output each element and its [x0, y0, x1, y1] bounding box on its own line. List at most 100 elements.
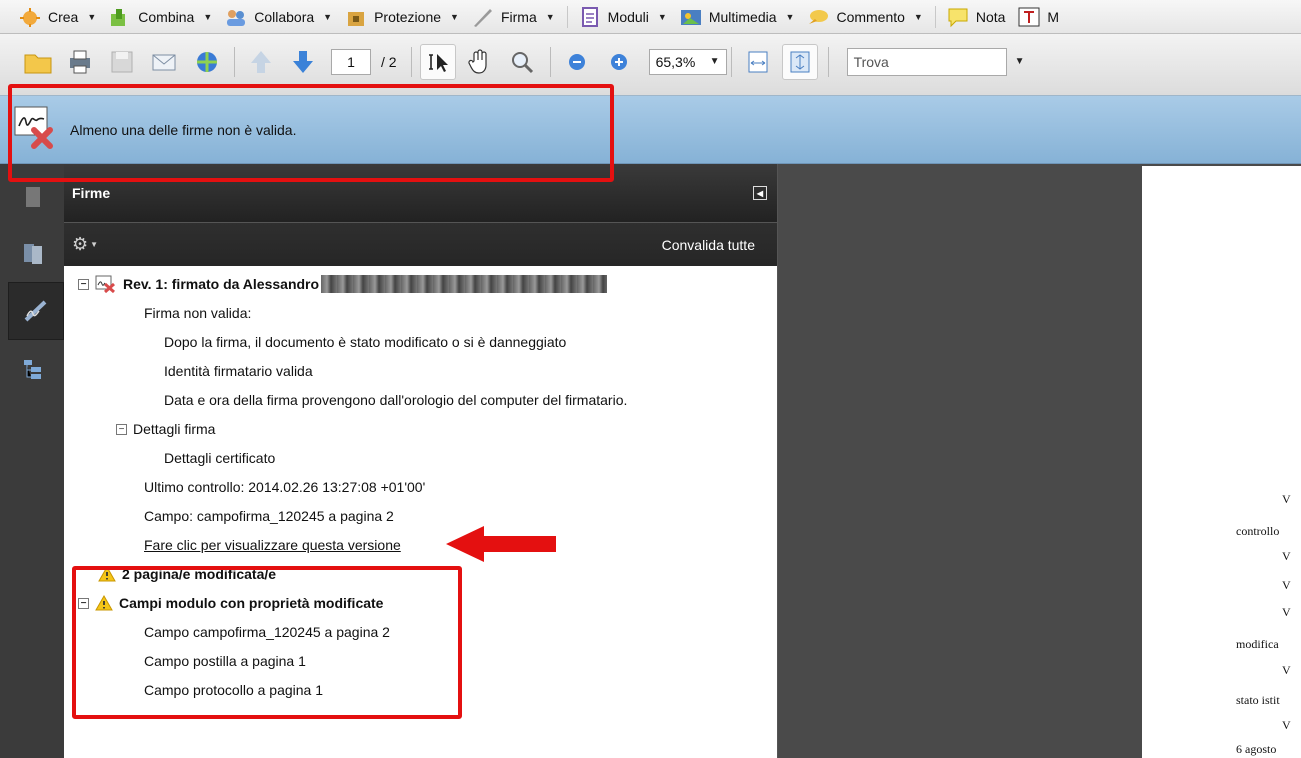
tree-row-revision[interactable]: − Rev. 1: firmato da Alessandro	[78, 272, 608, 296]
zoom-in-button[interactable]	[601, 44, 637, 80]
view-version-link[interactable]: Fare clic per visualizzare questa versio…	[144, 533, 401, 557]
panel-title: Firme	[72, 185, 111, 201]
collapse-panel-button[interactable]: ◀	[753, 186, 767, 200]
hand-tool-button[interactable]	[462, 44, 498, 80]
plus-circle-icon	[610, 53, 627, 70]
redacted-name	[321, 275, 608, 293]
pen-icon	[471, 6, 495, 28]
chevron-down-icon: ▼	[709, 56, 720, 67]
separator	[827, 46, 829, 77]
menu-multimedia[interactable]: Multimedia ▼	[679, 6, 794, 28]
tree-row-invalid[interactable]: Firma non valida:	[144, 301, 251, 325]
attachments-nav-button[interactable]	[12, 232, 54, 274]
combine-icon	[108, 6, 132, 28]
menu-moduli[interactable]: Moduli ▼	[578, 6, 667, 28]
menu-nota[interactable]: Nota	[946, 6, 1005, 28]
zoom-tool-button[interactable]	[504, 44, 540, 80]
tree-row-certificate[interactable]: Dettagli certificato	[164, 446, 275, 470]
gear-icon: ⚙	[72, 234, 89, 254]
disk-icon	[111, 51, 133, 72]
menu-toolbar: Crea ▼ Combina ▼ Collabora ▼ Protezione ▼ Fi…	[0, 0, 1301, 34]
annotation-box-modified-fields	[72, 566, 462, 719]
zoom-level-select[interactable]: 65,3% ▼	[648, 48, 727, 75]
find-input[interactable]: Trova	[846, 47, 1007, 76]
menu-protezione[interactable]: Protezione ▼	[344, 6, 459, 28]
tree-row-field[interactable]: Campo: campofirma_120245 a pagina 2	[144, 504, 394, 528]
comment-icon	[806, 6, 830, 28]
options-menu-button[interactable]: ⚙ ▼	[72, 234, 98, 255]
text-select-icon	[428, 53, 448, 72]
find-dropdown-icon[interactable]: ▼	[1015, 56, 1025, 67]
separator	[549, 46, 551, 77]
chevron-down-icon: ▼	[90, 240, 99, 249]
fit-page-button[interactable]	[781, 43, 818, 80]
doc-line: V	[1282, 663, 1291, 677]
collapse-toggle[interactable]: −	[116, 423, 127, 435]
pages-icon	[26, 187, 40, 207]
doc-line: controllo	[1236, 524, 1280, 538]
page-number-input[interactable]: 1	[331, 48, 371, 75]
separator	[730, 46, 732, 77]
doc-line: V	[1282, 492, 1291, 506]
revision-title: Rev. 1: firmato da Alessandro	[123, 276, 320, 292]
doc-line: 6 agosto	[1236, 742, 1277, 756]
separator	[566, 5, 568, 28]
arrow-up-icon	[251, 50, 271, 73]
next-page-button[interactable]	[285, 44, 321, 80]
hand-icon	[467, 48, 487, 74]
invalid-signature-small-icon	[95, 275, 115, 293]
tree-row-last-check[interactable]: Ultimo controllo: 2014.02.26 13:27:08 +0…	[144, 475, 425, 499]
menu-collabora[interactable]: Collabora ▼	[224, 6, 332, 28]
tree-row-identity[interactable]: Identità firmatario valida	[164, 359, 313, 383]
zoom-out-button[interactable]	[559, 44, 595, 80]
validate-all-button[interactable]: Convalida tutte	[662, 237, 755, 253]
menu-firma[interactable]: Firma ▼	[471, 6, 555, 28]
open-button[interactable]	[20, 44, 56, 80]
page-total: / 2	[381, 53, 397, 70]
globe-icon	[197, 51, 217, 72]
print-button[interactable]	[62, 44, 98, 80]
tree-row-details[interactable]: − Dettagli firma	[116, 417, 215, 441]
find-placeholder: Trova	[853, 53, 889, 70]
tree-row-datetime[interactable]: Data e ora della firma provengono dall'o…	[164, 388, 627, 412]
navigation-pane	[0, 164, 64, 758]
doc-line: V	[1282, 718, 1291, 732]
document-page: V controllo V V V modifica V stato istit…	[1142, 166, 1301, 758]
collaborate-icon	[224, 6, 248, 28]
fit-width-icon	[748, 51, 768, 72]
tree-row-modified[interactable]: Dopo la firma, il documento è stato modi…	[164, 330, 566, 354]
signature-tree: − Rev. 1: firmato da Alessandro Firma no…	[64, 266, 777, 698]
share-button[interactable]	[188, 44, 224, 80]
signature-pen-icon	[24, 300, 47, 322]
arrow-down-icon	[293, 50, 313, 73]
signatures-nav-button[interactable]	[8, 282, 64, 340]
doc-line: V	[1282, 578, 1291, 592]
pages-nav-button[interactable]	[12, 176, 54, 218]
envelope-icon	[152, 54, 176, 70]
previous-page-button[interactable]	[243, 44, 279, 80]
text-tool-icon	[1017, 6, 1041, 28]
menu-combina[interactable]: Combina ▼	[108, 6, 212, 28]
menu-crea[interactable]: Crea ▼	[18, 6, 96, 28]
collapse-toggle[interactable]: −	[78, 278, 89, 290]
forms-icon	[578, 6, 602, 28]
fit-page-icon	[790, 51, 810, 72]
separator	[410, 46, 412, 77]
fit-width-button[interactable]	[740, 44, 776, 80]
annotation-box-message	[8, 84, 614, 182]
separator	[234, 46, 235, 77]
separator	[934, 5, 936, 28]
tags-nav-button[interactable]	[12, 348, 54, 390]
bookmark-pages-icon	[24, 244, 42, 264]
select-tool-button[interactable]	[419, 43, 456, 80]
annotation-arrow-icon	[446, 526, 556, 562]
save-button[interactable]	[104, 44, 140, 80]
lock-icon	[344, 6, 368, 28]
panel-options-bar: ⚙ ▼ Convalida tutte	[64, 222, 777, 266]
doc-line: V	[1282, 549, 1291, 563]
email-button[interactable]	[146, 44, 182, 80]
menu-commento[interactable]: Commento ▼	[806, 6, 923, 28]
note-icon	[946, 6, 970, 28]
menu-text-tool[interactable]: M	[1017, 6, 1059, 28]
folder-icon	[24, 54, 52, 73]
